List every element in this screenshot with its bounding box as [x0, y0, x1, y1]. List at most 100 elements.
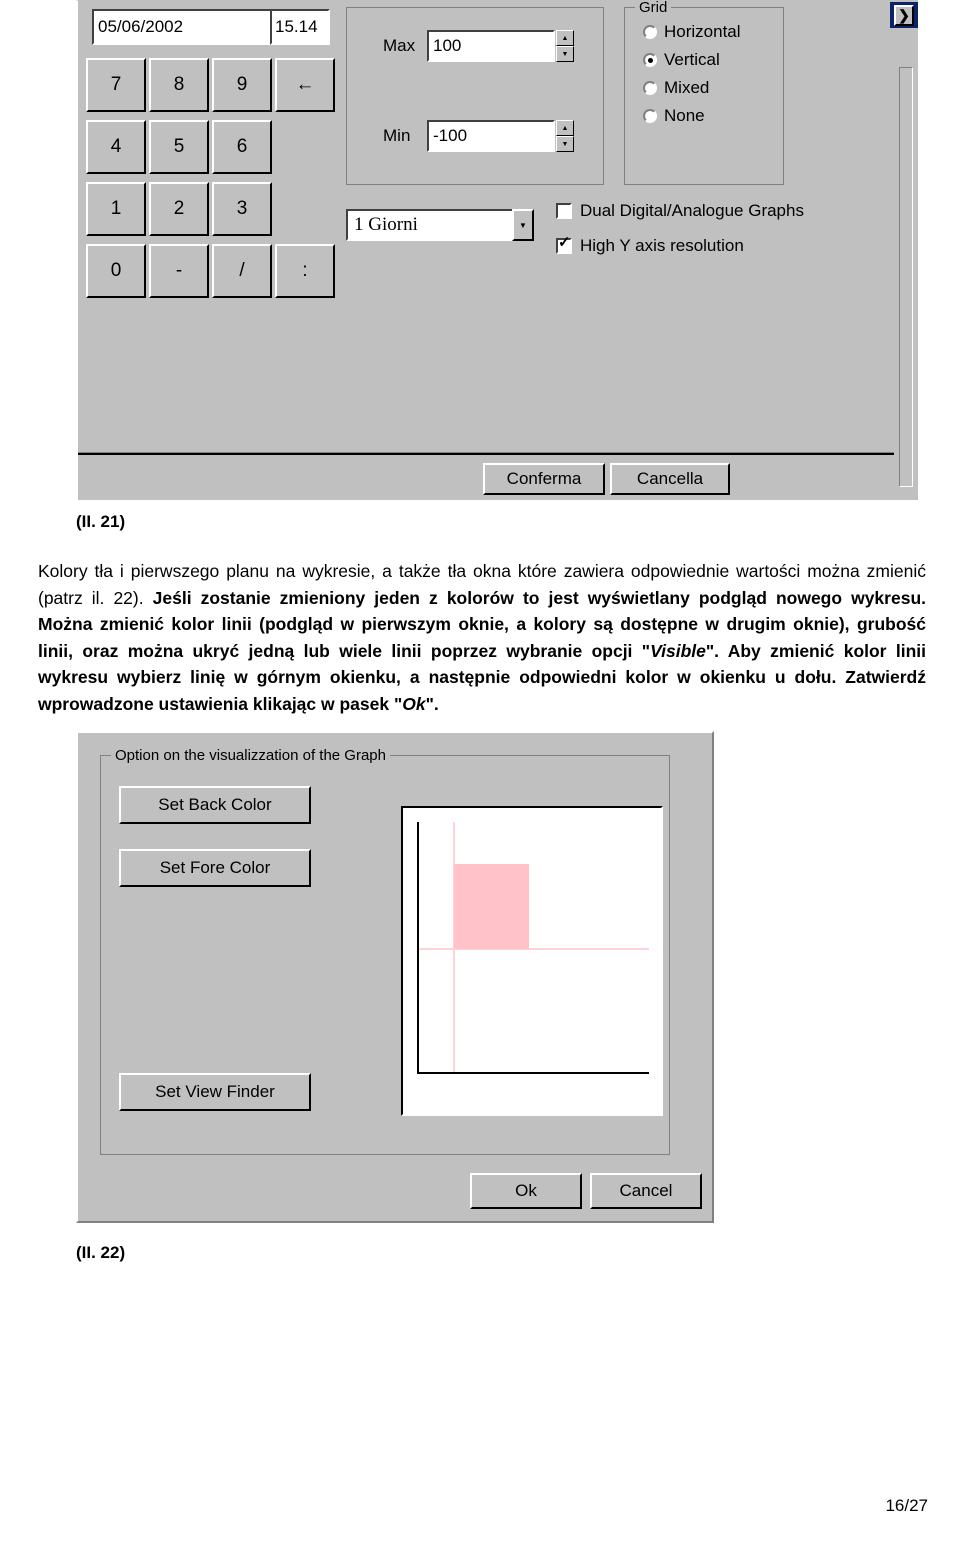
max-spinbox[interactable]: 100 ▲ ▼ [427, 30, 574, 62]
body-text-visible-emphasis: Visible [650, 640, 706, 661]
key-colon[interactable]: : [275, 244, 335, 298]
checkbox-label: Dual Digital/Analogue Graphs [580, 201, 804, 220]
close-button[interactable]: ❯ [890, 2, 918, 28]
preview-axis-y [417, 822, 419, 1074]
ok-button-label: Ok [515, 1181, 537, 1200]
key-label: 4 [110, 136, 122, 157]
set-fore-color-label: Set Fore Color [159, 858, 271, 877]
checkbox-label: High Y axis resolution [580, 236, 744, 255]
radio-label: Vertical [664, 50, 720, 69]
key-label: 2 [173, 198, 185, 219]
spin-up-icon[interactable]: ▲ [556, 120, 574, 136]
figure2-caption: (II. 22) [76, 1243, 126, 1262]
radio-icon[interactable] [643, 109, 657, 123]
max-input[interactable]: 100 [427, 30, 555, 62]
figure1-caption: (II. 21) [76, 512, 126, 531]
checkbox-icon[interactable] [556, 235, 572, 254]
body-text-ok-emphasis: Ok [402, 693, 426, 714]
key-1[interactable]: 1 [86, 182, 146, 236]
grid-group-title: Grid [635, 0, 672, 16]
radio-icon[interactable] [643, 81, 657, 95]
scrollbar-track[interactable] [899, 67, 913, 487]
checkbox-high-y-resolution[interactable]: High Y axis resolution [556, 235, 744, 256]
spin-up-icon[interactable]: ▲ [556, 30, 574, 46]
radio-icon[interactable] [643, 53, 657, 67]
graph-visualization-group: Option on the visualizzation of the Grap… [100, 747, 670, 1155]
key-9[interactable]: 9 [212, 58, 272, 112]
body-text-segment-2: Jeśli zostanie zmieniony jeden z kolorów… [152, 587, 926, 608]
set-back-color-button[interactable]: Set Back Color [119, 786, 311, 824]
scrollbar-column[interactable]: ❯ [890, 1, 918, 500]
radio-icon[interactable] [643, 25, 657, 39]
min-value: -100 [433, 126, 468, 145]
set-fore-color-button[interactable]: Set Fore Color [119, 849, 311, 887]
key-label: 9 [236, 74, 248, 95]
key-8[interactable]: 8 [149, 58, 209, 112]
screenshot-figure-settings-dialog: 05/06/2002 15.14 7 8 9 ← 4 5 6 1 2 3 0 -… [76, 0, 918, 500]
max-label: Max [383, 36, 416, 55]
spin-down-icon[interactable]: ▼ [556, 136, 574, 152]
graph-preview [401, 806, 663, 1116]
cancel-button-label: Cancella [636, 469, 704, 488]
ok-button[interactable]: Ok [470, 1173, 582, 1209]
key-4[interactable]: 4 [86, 120, 146, 174]
key-dash[interactable]: - [149, 244, 209, 298]
key-slash[interactable]: / [212, 244, 272, 298]
radio-grid-vertical[interactable]: Vertical [643, 50, 720, 70]
max-value: 100 [433, 36, 462, 55]
preview-grid-horizontal [417, 948, 649, 950]
close-icon[interactable]: ❯ [894, 4, 914, 26]
radio-grid-none[interactable]: None [643, 106, 705, 126]
min-spinner[interactable]: ▲ ▼ [556, 120, 574, 152]
key-label: : [302, 260, 308, 281]
time-input[interactable]: 15.14 [270, 9, 330, 45]
key-label: / [239, 260, 245, 281]
body-paragraph: Kolory tła i pierwszego planu na wykresi… [38, 558, 926, 717]
page-number: 16/27 [885, 1496, 928, 1515]
key-5[interactable]: 5 [149, 120, 209, 174]
key-label: 7 [110, 74, 122, 95]
graph-visualization-group-title: Option on the visualizzation of the Grap… [111, 747, 390, 764]
cancel-button-2-label: Cancel [619, 1181, 673, 1200]
body-text-segment-5: ". [425, 693, 439, 714]
preview-axis-x [417, 1072, 649, 1074]
date-input[interactable]: 05/06/2002 [92, 9, 278, 45]
backspace-icon: ← [295, 74, 315, 95]
checkbox-dual-graphs[interactable]: Dual Digital/Analogue Graphs [556, 201, 804, 221]
dialog-divider [78, 452, 894, 455]
key-label: 5 [173, 136, 185, 157]
key-label: 3 [236, 198, 248, 219]
key-0[interactable]: 0 [86, 244, 146, 298]
set-back-color-label: Set Back Color [158, 795, 272, 814]
radio-grid-mixed[interactable]: Mixed [643, 78, 709, 98]
cancel-button[interactable]: Cancella [610, 463, 730, 495]
cancel-button-2[interactable]: Cancel [590, 1173, 702, 1209]
key-label: 1 [110, 198, 122, 219]
spin-down-icon[interactable]: ▼ [556, 46, 574, 62]
screenshot-figure-graph-colors-dialog: Option on the visualizzation of the Grap… [76, 731, 714, 1223]
checkbox-icon[interactable] [556, 203, 572, 219]
confirm-button-label: Conferma [506, 469, 582, 488]
radio-label: None [664, 106, 705, 125]
confirm-button[interactable]: Conferma [483, 463, 605, 495]
grid-group: Grid Horizontal Vertical Mixed None [624, 0, 784, 185]
key-label: 6 [236, 136, 248, 157]
key-3[interactable]: 3 [212, 182, 272, 236]
period-combobox[interactable]: 1 Giorni ▼ [346, 209, 534, 241]
max-spinner[interactable]: ▲ ▼ [556, 30, 574, 62]
period-combobox-value: 1 Giorni [346, 209, 512, 241]
min-spinbox[interactable]: -100 ▲ ▼ [427, 120, 574, 152]
radio-label: Mixed [664, 78, 710, 97]
key-7[interactable]: 7 [86, 58, 146, 112]
key-6[interactable]: 6 [212, 120, 272, 174]
set-view-finder-button[interactable]: Set View Finder [119, 1073, 311, 1111]
key-backspace[interactable]: ← [275, 58, 335, 112]
min-input[interactable]: -100 [427, 120, 555, 152]
date-input-value: 05/06/2002 [98, 17, 184, 36]
min-label: Min [383, 126, 411, 145]
radio-grid-horizontal[interactable]: Horizontal [643, 22, 741, 42]
range-group: Max 100 ▲ ▼ Min -100 ▲ ▼ [346, 7, 604, 185]
time-input-value: 15.14 [275, 17, 318, 36]
chevron-down-icon[interactable]: ▼ [512, 209, 534, 241]
key-2[interactable]: 2 [149, 182, 209, 236]
